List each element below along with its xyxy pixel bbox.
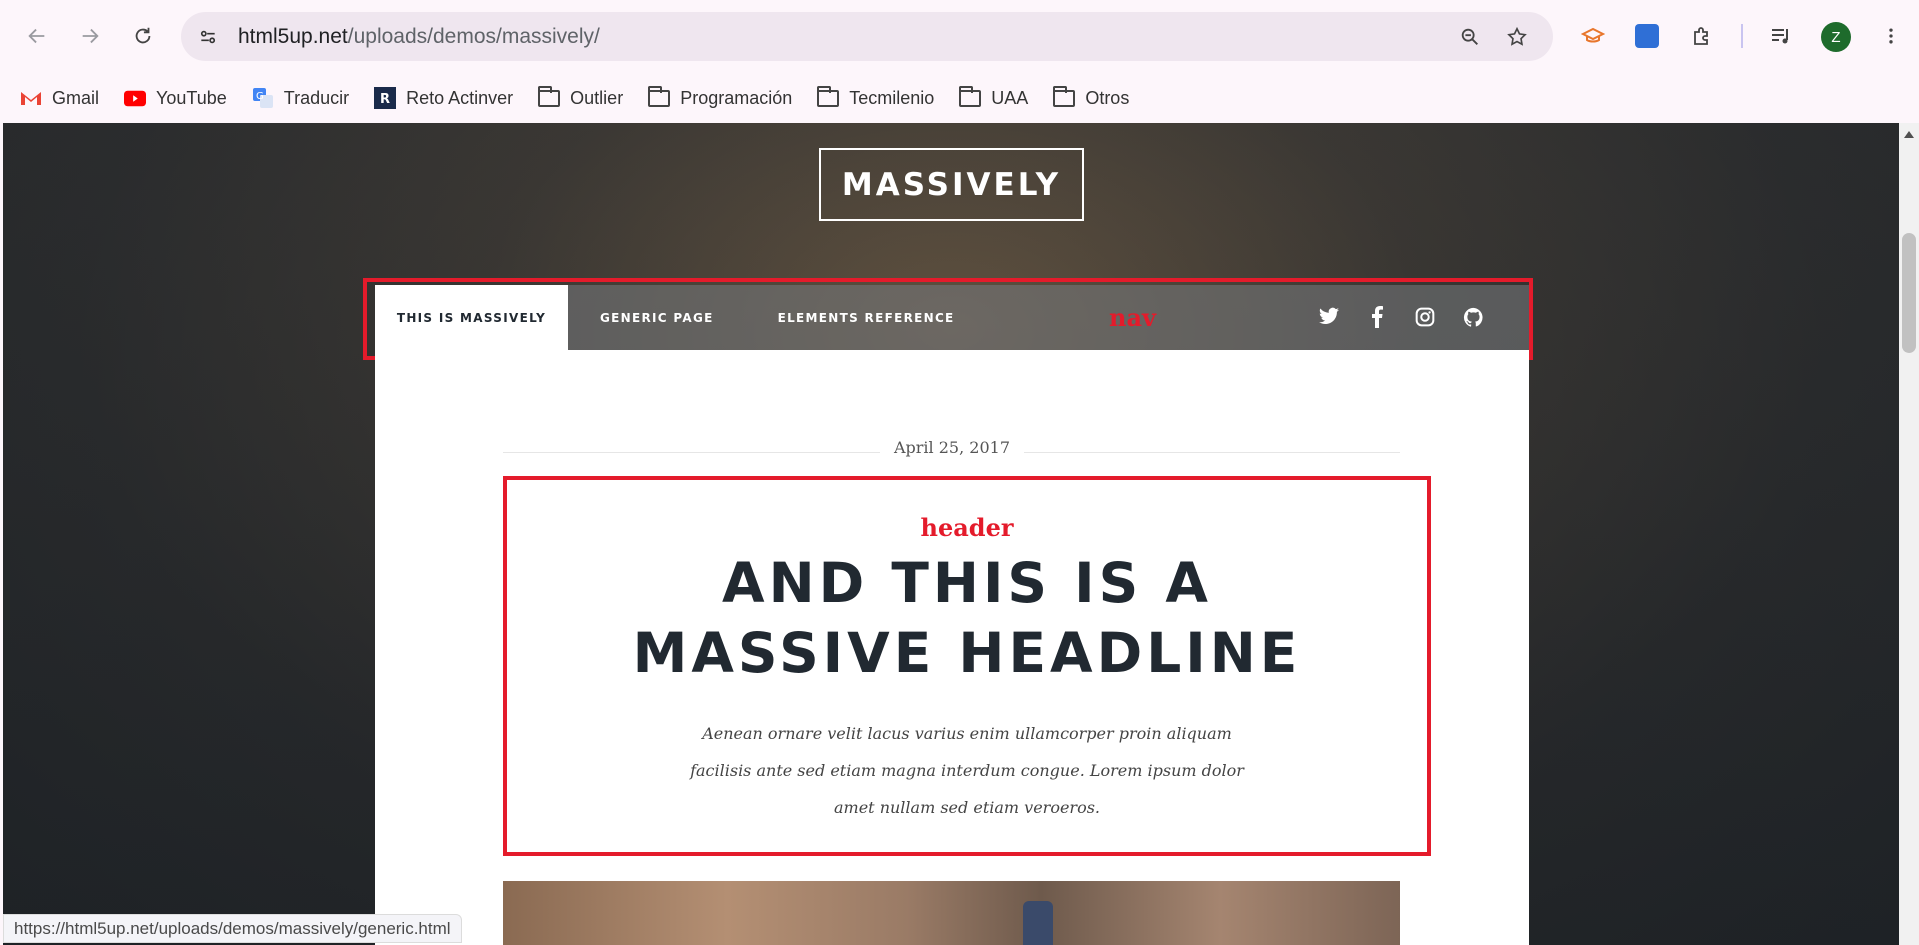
post-headline[interactable]: AND THIS IS A MASSIVE HEADLINE [507, 548, 1427, 688]
bookmark-star-icon[interactable] [1504, 24, 1530, 50]
extension-blue-icon[interactable] [1631, 20, 1663, 52]
post-description: Aenean ornare velit lacus varius enim ul… [682, 715, 1252, 826]
bookmark-label: Otros [1085, 87, 1130, 108]
bookmark-gmail[interactable]: Gmail [20, 87, 99, 109]
svg-text:G: G [256, 91, 264, 102]
bookmark-label: Tecmilenio [849, 87, 935, 108]
bookmark-label: Gmail [52, 87, 100, 108]
folder-icon [959, 85, 982, 109]
bookmark-label: Traducir [283, 87, 350, 108]
menu-kebab-icon[interactable] [1875, 20, 1907, 52]
bookmark-folder-outlier[interactable]: Outlier [538, 85, 624, 109]
post-date: April 25, 2017 [879, 438, 1024, 457]
svg-text:R: R [380, 92, 390, 107]
gmail-icon [20, 87, 42, 109]
youtube-icon [124, 87, 147, 109]
description-line-3: amet nullam sed etiam veroeros. [834, 798, 1100, 817]
url-host: html5up.net [238, 25, 348, 48]
zoom-icon[interactable] [1457, 24, 1483, 50]
address-bar[interactable]: html5up.net/uploads/demos/massively/ [181, 12, 1553, 61]
scroll-thumb[interactable] [1902, 233, 1916, 353]
scroll-up-arrow-icon[interactable] [1904, 131, 1914, 138]
media-queue-icon[interactable] [1765, 20, 1797, 52]
site-settings-icon[interactable] [196, 25, 220, 49]
headline-line-1: AND THIS IS A [722, 551, 1212, 615]
post-date-wrap: April 25, 2017 [375, 438, 1529, 458]
bookmark-traducir[interactable]: G Traducir [252, 87, 349, 109]
folder-icon [648, 85, 671, 109]
bookmark-label: YouTube [156, 87, 227, 108]
translate-icon: G [252, 87, 274, 109]
toolbar-separator [1741, 24, 1743, 48]
extension-cap-icon[interactable] [1577, 20, 1609, 52]
url-path: /uploads/demos/massively/ [347, 25, 600, 48]
bookmark-youtube[interactable]: YouTube [124, 87, 227, 109]
headline-line-2: MASSIVE HEADLINE [632, 621, 1302, 685]
post-header-highlight-box: header AND THIS IS A MASSIVE HEADLINE Ae… [503, 476, 1431, 856]
description-line-1: Aenean ornare velit lacus varius enim ul… [702, 724, 1232, 743]
description-line-2: facilisis ante sed etiam magna interdum … [690, 761, 1244, 780]
bookmark-folder-uaa[interactable]: UAA [959, 85, 1029, 109]
page-viewport: MASSIVELY THIS IS MASSIVELY GENERIC PAGE… [3, 123, 1899, 945]
bookmark-reto-actinver[interactable]: R Reto Actinver [374, 87, 513, 109]
post-hero-image[interactable] [503, 881, 1400, 945]
page-scrollbar[interactable] [1899, 123, 1919, 945]
nav-highlight-box [363, 278, 1533, 360]
bookmark-label: UAA [991, 87, 1029, 108]
folder-icon [1053, 85, 1076, 109]
forward-icon[interactable] [72, 18, 108, 54]
bookmark-label: Reto Actinver [406, 87, 514, 108]
bookmark-label: Outlier [570, 87, 624, 108]
bookmark-folder-programacion[interactable]: Programación [648, 85, 793, 109]
folder-icon [538, 85, 561, 109]
bookmark-label: Programación [680, 87, 793, 108]
bookmarks-bar: Gmail YouTube G Traducir R Reto Actinver… [0, 73, 1919, 123]
reload-icon[interactable] [125, 18, 161, 54]
link-status-bubble: https://html5up.net/uploads/demos/massiv… [3, 914, 462, 943]
back-icon[interactable] [19, 18, 55, 54]
extensions-puzzle-icon[interactable] [1686, 20, 1718, 52]
url-text[interactable]: html5up.net/uploads/demos/massively/ [238, 25, 600, 49]
browser-toolbar: html5up.net/uploads/demos/massively/ Z [0, 0, 1919, 73]
main-post-card: April 25, 2017 header AND THIS IS A MASS… [375, 350, 1529, 945]
bookmark-folder-tecmilenio[interactable]: Tecmilenio [817, 85, 935, 109]
actinver-icon: R [374, 87, 397, 109]
folder-icon [817, 85, 840, 109]
bookmark-folder-otros[interactable]: Otros [1053, 85, 1130, 109]
header-annotation-label: header [920, 513, 1014, 542]
profile-avatar[interactable]: Z [1821, 22, 1851, 52]
site-logo[interactable]: MASSIVELY [819, 148, 1084, 221]
